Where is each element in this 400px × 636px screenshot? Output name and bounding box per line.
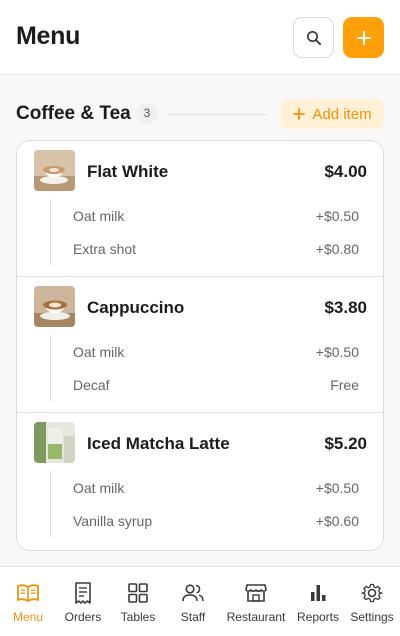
search-icon bbox=[306, 30, 321, 45]
modifier-label: Oat milk bbox=[73, 343, 125, 360]
modifier-row[interactable]: Oat milk +$0.50 bbox=[51, 471, 359, 504]
storefront-icon bbox=[245, 584, 267, 602]
section-title: Coffee & Tea bbox=[16, 103, 131, 124]
item-name: Flat White bbox=[87, 162, 169, 181]
menu-item-flat-white[interactable]: Flat White $4.00 Oat milk +$0.50 Extra s… bbox=[17, 141, 383, 277]
tab-label: Orders bbox=[64, 610, 102, 624]
bottom-tab-bar: Menu Orders Tables Staff Restaurant Repo… bbox=[0, 566, 400, 636]
tab-label: Reports bbox=[296, 610, 340, 624]
divider bbox=[168, 114, 268, 115]
modifier-list: Oat milk +$0.50 Extra shot +$0.80 bbox=[50, 199, 359, 265]
modifier-price: +$0.60 bbox=[315, 512, 359, 529]
modifier-price: +$0.50 bbox=[315, 343, 359, 360]
tab-menu[interactable]: Menu bbox=[4, 567, 52, 636]
item-name: Iced Matcha Latte bbox=[87, 434, 230, 453]
tab-staff[interactable]: Staff bbox=[170, 567, 216, 636]
menu-item-cappuccino[interactable]: Cappuccino $3.80 Oat milk +$0.50 Decaf F… bbox=[17, 277, 383, 413]
item-photo bbox=[34, 150, 75, 191]
item-price: $5.20 bbox=[324, 434, 367, 453]
modifier-price: Free bbox=[330, 376, 359, 393]
modifier-price: +$0.50 bbox=[315, 479, 359, 496]
item-photo bbox=[34, 422, 75, 463]
gear-icon bbox=[361, 583, 383, 603]
grid-icon bbox=[128, 583, 148, 603]
menu-item-list: Flat White $4.00 Oat milk +$0.50 Extra s… bbox=[16, 140, 384, 551]
tab-tables[interactable]: Tables bbox=[113, 567, 163, 636]
modifier-row[interactable]: Vanilla syrup +$0.60 bbox=[51, 504, 359, 537]
modifier-row[interactable]: Oat milk +$0.50 bbox=[51, 199, 359, 232]
tab-label: Staff bbox=[180, 610, 206, 624]
search-button[interactable] bbox=[293, 17, 334, 58]
tab-label: Restaurant bbox=[226, 610, 286, 624]
tab-reports[interactable]: Reports bbox=[294, 567, 342, 636]
tab-label: Settings bbox=[350, 610, 394, 624]
item-price: $3.80 bbox=[324, 298, 367, 317]
tab-settings[interactable]: Settings bbox=[346, 567, 398, 636]
modifier-label: Vanilla syrup bbox=[73, 512, 153, 529]
section-header: Coffee & Tea 3 Add item bbox=[16, 98, 384, 130]
item-name: Cappuccino bbox=[87, 298, 185, 317]
modifier-row[interactable]: Extra shot +$0.80 bbox=[51, 232, 359, 265]
app-header: Menu bbox=[0, 0, 400, 75]
tab-orders[interactable]: Orders bbox=[58, 567, 108, 636]
menu-item-iced-matcha-latte[interactable]: Iced Matcha Latte $5.20 Oat milk +$0.50 … bbox=[17, 413, 383, 549]
tab-label: Menu bbox=[12, 610, 44, 624]
item-photo bbox=[34, 286, 75, 327]
modifier-label: Oat milk bbox=[73, 479, 125, 496]
page-title: Menu bbox=[16, 22, 81, 50]
modifier-list: Oat milk +$0.50 Vanilla syrup +$0.60 bbox=[50, 471, 359, 537]
modifier-price: +$0.80 bbox=[315, 240, 359, 257]
book-open-icon bbox=[17, 584, 39, 602]
section-count-badge: 3 bbox=[136, 103, 158, 124]
receipt-icon bbox=[75, 582, 91, 604]
modifier-label: Extra shot bbox=[73, 240, 137, 257]
add-button[interactable] bbox=[343, 17, 384, 58]
add-item-button[interactable]: Add item bbox=[281, 99, 384, 129]
users-icon bbox=[182, 584, 204, 602]
bar-chart-icon bbox=[311, 585, 326, 601]
modifier-label: Oat milk bbox=[73, 207, 125, 224]
tab-restaurant[interactable]: Restaurant bbox=[221, 567, 291, 636]
plus-icon bbox=[293, 108, 306, 120]
add-item-label: Add item bbox=[312, 105, 372, 123]
tab-label: Tables bbox=[120, 610, 156, 624]
modifier-label: Decaf bbox=[73, 376, 110, 393]
modifier-row[interactable]: Oat milk +$0.50 bbox=[51, 335, 359, 368]
modifier-price: +$0.50 bbox=[315, 207, 359, 224]
modifier-list: Oat milk +$0.50 Decaf Free bbox=[50, 335, 359, 401]
modifier-row[interactable]: Decaf Free bbox=[51, 368, 359, 401]
item-price: $4.00 bbox=[324, 162, 367, 181]
plus-icon bbox=[356, 30, 371, 45]
